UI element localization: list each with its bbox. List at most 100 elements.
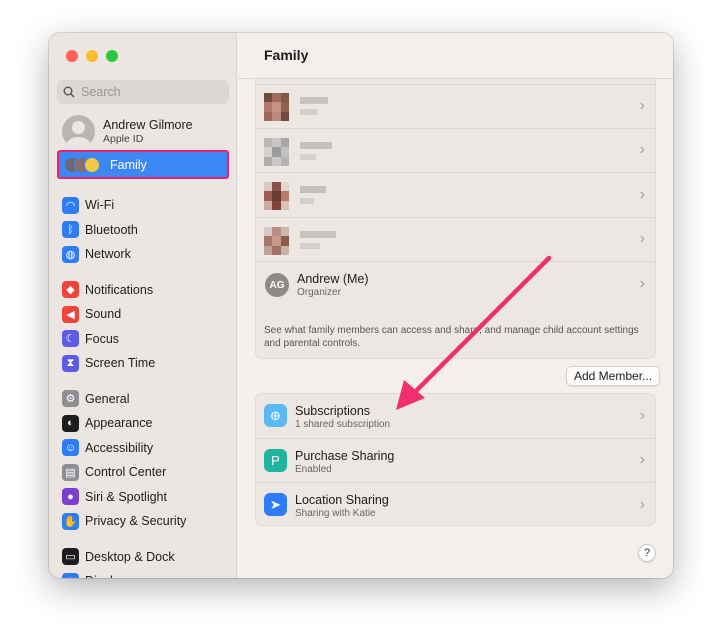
sharing-row-location-sharing[interactable]: ➤ Location Sharing Sharing with Katie › (256, 483, 655, 525)
add-member-button[interactable]: Add Member... (566, 366, 661, 386)
sharing-subtitle: Sharing with Katie (295, 508, 376, 519)
location-arrow-icon: ➤ (264, 493, 287, 516)
member-role: Organizer (297, 287, 341, 298)
chevron-right-icon: › (639, 275, 645, 293)
control-center-icon: ▤ (62, 463, 79, 481)
memoji-avatar (84, 156, 100, 173)
sidebar-item-privacy-security[interactable]: ✋ Privacy & Security (62, 509, 232, 534)
sharing-title: Purchase Sharing (295, 448, 395, 463)
sidebar-item-network[interactable]: ◍ Network (62, 242, 232, 267)
sidebar-item-sound[interactable]: ◀ Sound (62, 302, 232, 327)
sidebar-item-siri-spotlight[interactable]: ● Siri & Spotlight (62, 485, 232, 510)
sidebar-item-label: Displays (85, 574, 132, 578)
sharing-subtitle: 1 shared subscription (295, 419, 391, 430)
sidebar-item-desktop-dock[interactable]: ▭ Desktop & Dock (62, 545, 232, 570)
chevron-right-icon: › (639, 451, 645, 469)
family-member-row-me[interactable]: AG Andrew (Me) Organizer › (256, 262, 655, 307)
moon-icon: ☾ (62, 330, 79, 348)
chevron-right-icon: › (639, 230, 645, 248)
sidebar-item-screen-time[interactable]: ⧗ Screen Time (62, 351, 232, 376)
user-avatar (62, 115, 95, 148)
account-subtitle: Apple ID (103, 133, 144, 145)
sidebar-item-general[interactable]: ⚙ General (62, 387, 232, 412)
siri-icon: ● (62, 488, 79, 506)
chevron-right-icon: › (639, 406, 645, 424)
sidebar-item-label: Privacy & Security (85, 514, 187, 529)
sidebar-item-label: Accessibility (85, 440, 154, 455)
chevron-right-icon: › (639, 141, 645, 159)
family-member-row[interactable]: › (256, 173, 655, 218)
family-member-row[interactable]: › (256, 84, 655, 129)
wifi-icon: ◠ (62, 196, 79, 214)
account-name: Andrew Gilmore (103, 118, 193, 132)
sidebar-list: ◠ Wi-Fi ᛒ Bluetooth ◍ Network ◆ Notifications ◀ S… (62, 193, 232, 578)
bell-icon: ◆ (62, 281, 79, 299)
blurred-member-photo (264, 182, 326, 210)
sidebar-item-label: Control Center (85, 465, 167, 480)
main-pane: Family › › › › AG Andrew (Me) Organizer … (238, 33, 673, 578)
sidebar-item-label: Focus (85, 331, 120, 346)
sidebar-item-label: Network (85, 247, 131, 262)
sidebar-item-label: Sound (85, 307, 122, 322)
sidebar-item-family[interactable]: Family (57, 150, 229, 179)
sidebar-item-label: Appearance (85, 416, 153, 431)
sharing-subtitle: Enabled (295, 463, 332, 475)
zoom-button[interactable] (106, 50, 118, 62)
appearance-icon: ◐ (62, 414, 79, 432)
search-input[interactable] (79, 84, 219, 100)
sidebar-item-accessibility[interactable]: ☺ Accessibility (62, 436, 232, 461)
search-field[interactable] (57, 80, 229, 104)
hand-icon: ✋ (62, 512, 79, 530)
minimize-button[interactable] (86, 50, 98, 62)
sharing-title: Subscriptions (295, 404, 371, 418)
sharing-row-subscriptions[interactable]: ⊕ Subscriptions 1 shared subscription › (256, 394, 655, 439)
family-avatars (64, 156, 100, 173)
sidebar-item-label: General (85, 391, 130, 406)
help-button[interactable]: ? (638, 544, 656, 562)
sidebar-item-label: Family (110, 157, 147, 172)
chevron-right-icon: › (639, 185, 645, 203)
globe-icon: ◍ (62, 245, 79, 263)
accessibility-icon: ☺ (62, 439, 79, 457)
chevron-right-icon: › (639, 96, 645, 114)
blurred-member-photo (264, 226, 336, 255)
sidebar-item-wi-fi[interactable]: ◠ Wi-Fi (62, 193, 232, 218)
sidebar-item-label: Desktop & Dock (85, 549, 175, 564)
sidebar-item-label: Bluetooth (85, 222, 138, 237)
dock-icon: ▭ (62, 548, 79, 566)
family-description: See what family members can access and s… (264, 325, 639, 349)
apple-id-account[interactable]: Andrew Gilmore Apple ID (62, 115, 193, 148)
titlebar: Family (238, 33, 673, 79)
display-icon: ☀ (62, 572, 79, 578)
sidebar-item-displays[interactable]: ☀ Displays (62, 569, 232, 578)
sidebar-item-notifications[interactable]: ◆ Notifications (62, 278, 232, 303)
sidebar-item-label: Screen Time (85, 356, 156, 371)
blurred-member-photo (264, 93, 328, 121)
hourglass-icon: ⧗ (62, 354, 79, 372)
sharing-card: ⊕ Subscriptions 1 shared subscription › P Pur… (255, 393, 656, 526)
chevron-right-icon: › (639, 496, 645, 514)
search-icon (63, 86, 75, 98)
speaker-icon: ◀ (62, 305, 79, 323)
initials-avatar: AG (265, 273, 289, 297)
page-title: Family (264, 47, 309, 63)
family-members-card: › › › › AG Andrew (Me) Organizer › See w… (255, 65, 656, 359)
sidebar-item-focus[interactable]: ☾ Focus (62, 327, 232, 352)
sidebar-item-bluetooth[interactable]: ᛒ Bluetooth (62, 218, 232, 243)
family-member-row[interactable]: › (256, 129, 655, 173)
sidebar-item-appearance[interactable]: ◐ Appearance (62, 411, 232, 436)
purchase-sharing-icon: P (264, 448, 287, 472)
sharing-row-purchase-sharing[interactable]: P Purchase Sharing Enabled › (256, 439, 655, 483)
family-member-row[interactable]: › (256, 218, 655, 262)
sidebar-item-label: Wi-Fi (85, 198, 115, 213)
sidebar: Andrew Gilmore Apple ID Family ◠ Wi-Fi ᛒ Bl… (49, 33, 237, 578)
gear-icon: ⚙ (62, 390, 79, 408)
sidebar-item-label: Siri & Spotlight (85, 489, 167, 504)
sharing-title: Location Sharing (295, 493, 389, 507)
blurred-member-photo (264, 137, 332, 166)
close-button[interactable] (66, 50, 78, 62)
bluetooth-icon: ᛒ (62, 221, 79, 239)
sidebar-item-control-center[interactable]: ▤ Control Center (62, 460, 232, 485)
sidebar-item-label: Notifications (85, 282, 154, 297)
settings-window: Andrew Gilmore Apple ID Family ◠ Wi-Fi ᛒ Bl… (49, 33, 673, 578)
